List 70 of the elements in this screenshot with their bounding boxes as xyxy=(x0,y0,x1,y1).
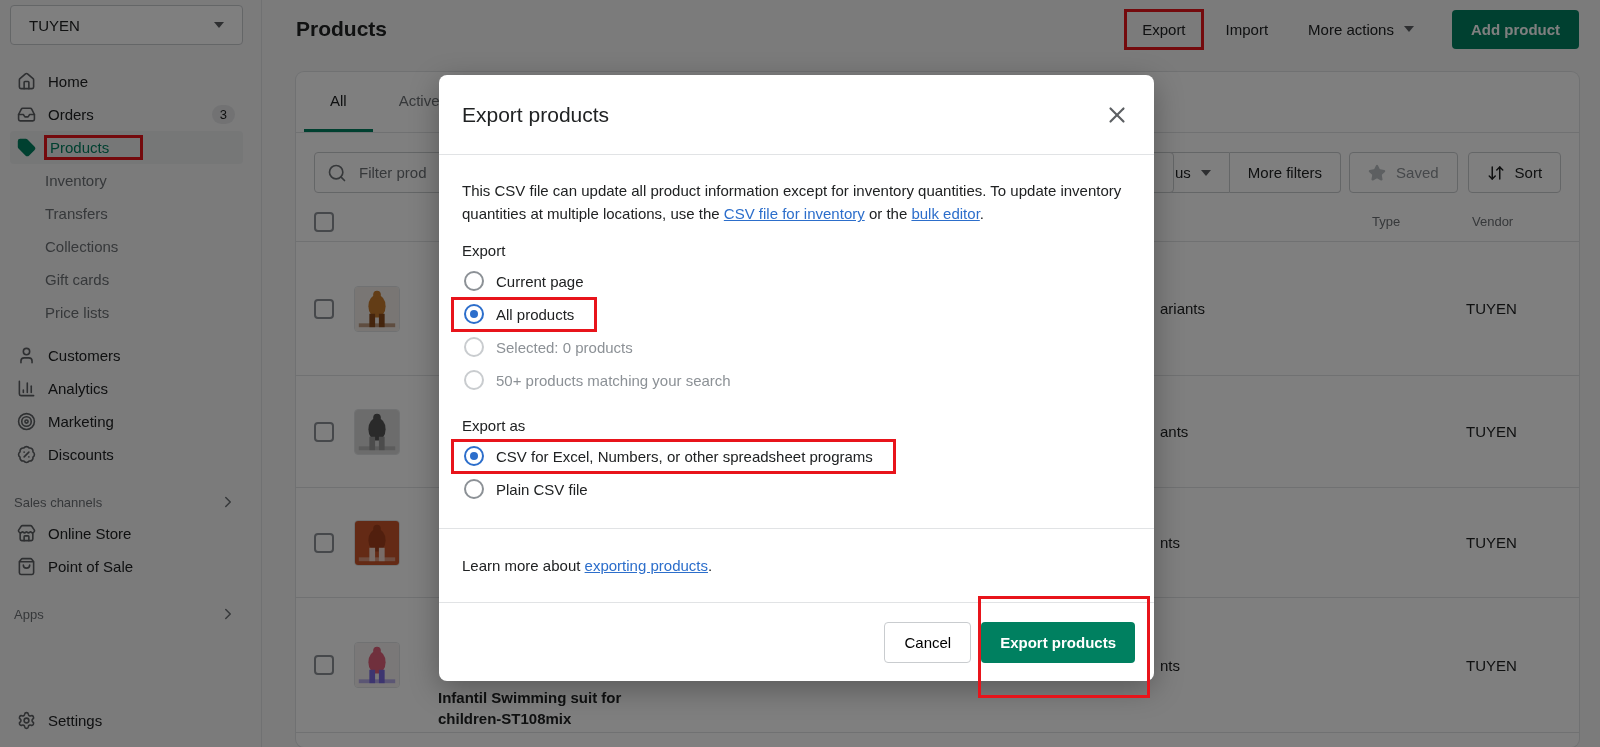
nav-item[interactable]: Settings xyxy=(10,704,243,737)
group-label: Export as xyxy=(462,416,527,434)
count-badge: 3 xyxy=(211,105,235,124)
dialog-title: Export products xyxy=(462,102,610,127)
target-icon xyxy=(17,412,36,431)
bulk-editor-link[interactable]: bulk editor xyxy=(911,205,980,223)
bar-chart-icon xyxy=(17,379,36,398)
table-cell-text: ants xyxy=(1159,423,1190,440)
learn-more-text: Learn more about exporting products. xyxy=(439,527,1154,603)
section-heading: Apps xyxy=(14,606,44,622)
inbox-icon xyxy=(17,105,36,124)
nav-item[interactable]: Point of Sale xyxy=(10,550,243,583)
nav-item[interactable]: Products xyxy=(10,131,243,164)
add-product-button[interactable]: Add product xyxy=(1451,9,1580,49)
tag-icon xyxy=(17,138,36,157)
action-button[interactable]: Import xyxy=(1209,10,1285,48)
nav-item[interactable]: Transfers xyxy=(10,197,243,230)
radio-option[interactable]: Plain CSV file xyxy=(462,472,1131,506)
more-filters-button[interactable]: More filters xyxy=(1229,152,1342,193)
select-all-checkbox[interactable] xyxy=(314,211,334,232)
table-cell-text: TUYEN xyxy=(1465,300,1518,317)
nav-item[interactable]: Marketing xyxy=(10,405,243,438)
row-checkbox[interactable] xyxy=(314,421,334,442)
table-cell-text: nts xyxy=(1159,534,1181,551)
product-title[interactable]: Infantil Swimming suit for children-ST108mix xyxy=(424,686,654,732)
table-cell-text: TUYEN xyxy=(1465,423,1518,440)
table-cell-text: ariants xyxy=(1159,300,1207,317)
table-cell-text: nts xyxy=(1159,656,1181,674)
store-selector[interactable]: TUYEN xyxy=(10,5,243,45)
home-icon xyxy=(17,72,36,91)
exporting-products-link[interactable]: exporting products xyxy=(584,556,708,574)
radio-option[interactable]: All products xyxy=(452,297,597,331)
inventory-csv-link[interactable]: CSV file for inventory xyxy=(723,205,865,223)
radio-option[interactable]: Current page xyxy=(462,264,1131,298)
percent-badge-icon xyxy=(17,445,36,464)
nav-item[interactable]: Online Store xyxy=(10,517,243,550)
menu-button[interactable]: More actions xyxy=(1292,10,1430,48)
nav-item[interactable]: Price lists xyxy=(10,296,243,329)
person-icon xyxy=(17,346,36,365)
row-checkbox[interactable] xyxy=(314,298,334,319)
nav-item[interactable]: Collections xyxy=(10,230,243,263)
table-cell-text: TUYEN xyxy=(1465,656,1518,674)
table-cell-text: TUYEN xyxy=(1465,534,1518,551)
column-header: Vendor xyxy=(1471,214,1515,229)
nav-item[interactable]: Customers xyxy=(10,339,243,372)
settings-icon xyxy=(17,711,36,730)
nav-item[interactable]: Discounts xyxy=(10,438,243,471)
row-checkbox[interactable] xyxy=(314,532,334,553)
search-icon xyxy=(327,163,347,183)
group-label: Export xyxy=(462,241,507,259)
nav-item[interactable]: Home xyxy=(10,65,243,98)
tab[interactable]: All xyxy=(304,72,373,132)
sort-icon xyxy=(1486,163,1505,182)
description-text: This CSV file can update all product information except for inventory quantities. To update inventory quantities at multiple locations, use the CSV file for inventory or the bulk editor. xyxy=(462,181,1123,225)
column-header: Type xyxy=(1371,214,1402,229)
section-heading: Sales channels xyxy=(14,494,103,510)
storefront-icon xyxy=(17,524,36,543)
sort-button[interactable]: Sort xyxy=(1467,152,1562,193)
nav-item[interactable]: Inventory xyxy=(10,164,243,197)
nav-item[interactable]: Analytics xyxy=(10,372,243,405)
nav-item[interactable]: Gift cards xyxy=(10,263,243,296)
star-icon xyxy=(1368,163,1387,182)
page-title: Products xyxy=(296,17,388,41)
cancel-button[interactable]: Cancel xyxy=(884,621,972,663)
export-products-button[interactable]: Export products xyxy=(981,621,1135,663)
row-checkbox[interactable] xyxy=(314,655,334,675)
shopping-bag-icon xyxy=(17,557,36,576)
action-button[interactable]: Export xyxy=(1126,10,1202,48)
nav-item[interactable]: Orders 3 xyxy=(10,98,243,131)
radio-option[interactable]: CSV for Excel, Numbers, or other spreadsheet programs xyxy=(452,439,895,473)
